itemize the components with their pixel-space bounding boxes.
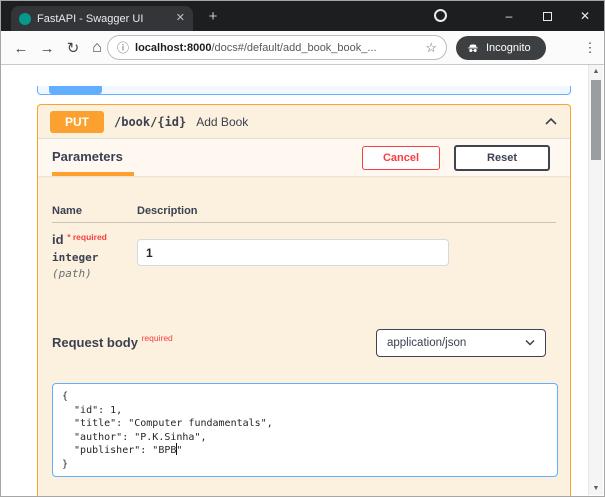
browser-tab[interactable]: FastAPI - Swagger UI ✕ <box>11 6 193 31</box>
cancel-button[interactable]: Cancel <box>362 146 440 170</box>
page-content: PUT /book/{id} Add Book Parameters Cance… <box>2 65 603 495</box>
endpoint-summary: Add Book <box>196 115 248 129</box>
incognito-icon <box>466 42 480 54</box>
titlebar: FastAPI - Swagger UI ✕ + – ✕ <box>1 1 604 31</box>
url-text: localhost:8000/docs#/default/add_book_bo… <box>135 42 377 54</box>
page-info-icon[interactable]: ⓘ <box>117 39 129 56</box>
scroll-down-icon[interactable]: ▼ <box>589 485 603 492</box>
page-scrollbar[interactable]: ▲ ▼ <box>588 65 603 495</box>
tab-close-icon[interactable]: ✕ <box>176 13 185 24</box>
reload-button[interactable]: ↻ <box>61 31 85 65</box>
back-button[interactable]: ← <box>9 31 33 65</box>
incognito-badge: Incognito <box>456 36 546 60</box>
request-body-required-marker: required <box>142 333 173 343</box>
put-endpoint-block: PUT /book/{id} Add Book Parameters Cance… <box>37 104 571 497</box>
collapse-chevron-icon[interactable] <box>544 113 558 131</box>
forward-button[interactable]: → <box>35 31 59 65</box>
parameters-section-header: Parameters Cancel Reset <box>38 138 570 176</box>
description-column-header: Description <box>137 205 198 217</box>
url-host: localhost:8000 <box>135 42 211 54</box>
parameters-tab-underline <box>52 172 134 176</box>
home-button[interactable]: ⌂ <box>85 31 109 65</box>
browser-toolbar: ← → ↻ ⌂ ⓘ localhost:8000/docs#/default/a… <box>1 31 604 65</box>
text-caret <box>176 443 177 455</box>
parameter-type: integer <box>52 251 98 264</box>
previous-endpoint-block-partial[interactable] <box>37 86 571 95</box>
parameter-location: (path) <box>52 267 92 280</box>
scrollbar-thumb[interactable] <box>591 80 601 160</box>
name-column-header: Name <box>52 205 82 217</box>
put-method-badge: PUT <box>50 111 104 133</box>
parameters-title: Parameters <box>52 149 123 164</box>
close-button[interactable]: ✕ <box>566 1 604 31</box>
bookmark-star-icon[interactable]: ☆ <box>425 40 437 56</box>
chevron-down-icon <box>525 337 535 349</box>
minimize-button[interactable]: – <box>490 1 528 31</box>
maximize-icon <box>543 12 552 21</box>
titlebar-circle-icon[interactable] <box>434 9 447 22</box>
endpoint-path: /book/{id} <box>114 115 186 129</box>
request-body-editor[interactable]: { "id": 1, "title": "Computer fundamenta… <box>52 383 558 477</box>
fastapi-favicon-icon <box>19 13 31 25</box>
content-type-select[interactable]: application/json <box>376 329 546 357</box>
url-path: /docs#/default/add_book_book_... <box>211 42 376 54</box>
required-marker: * required <box>67 232 107 242</box>
reset-button[interactable]: Reset <box>454 145 550 171</box>
get-method-badge-partial <box>49 86 102 94</box>
request-body-json: { "id": 1, "title": "Computer fundamenta… <box>53 384 557 477</box>
table-divider <box>52 222 556 223</box>
endpoint-header[interactable]: PUT /book/{id} Add Book <box>38 105 570 138</box>
maximize-button[interactable] <box>528 1 566 31</box>
parameter-name: id * required <box>52 232 107 247</box>
address-bar[interactable]: ⓘ localhost:8000/docs#/default/add_book_… <box>107 35 447 60</box>
browser-menu-icon[interactable]: ⋮ <box>580 31 600 65</box>
parameter-value-input[interactable] <box>137 239 449 266</box>
incognito-label: Incognito <box>486 42 531 54</box>
request-body-label: Request body required <box>52 335 173 350</box>
content-type-value: application/json <box>387 337 466 349</box>
new-tab-button[interactable]: + <box>203 7 223 27</box>
browser-window: FastAPI - Swagger UI ✕ + – ✕ ← → ↻ ⌂ ⓘ l… <box>0 0 605 497</box>
tab-title: FastAPI - Swagger UI <box>37 13 170 25</box>
scroll-up-icon[interactable]: ▲ <box>589 68 603 75</box>
